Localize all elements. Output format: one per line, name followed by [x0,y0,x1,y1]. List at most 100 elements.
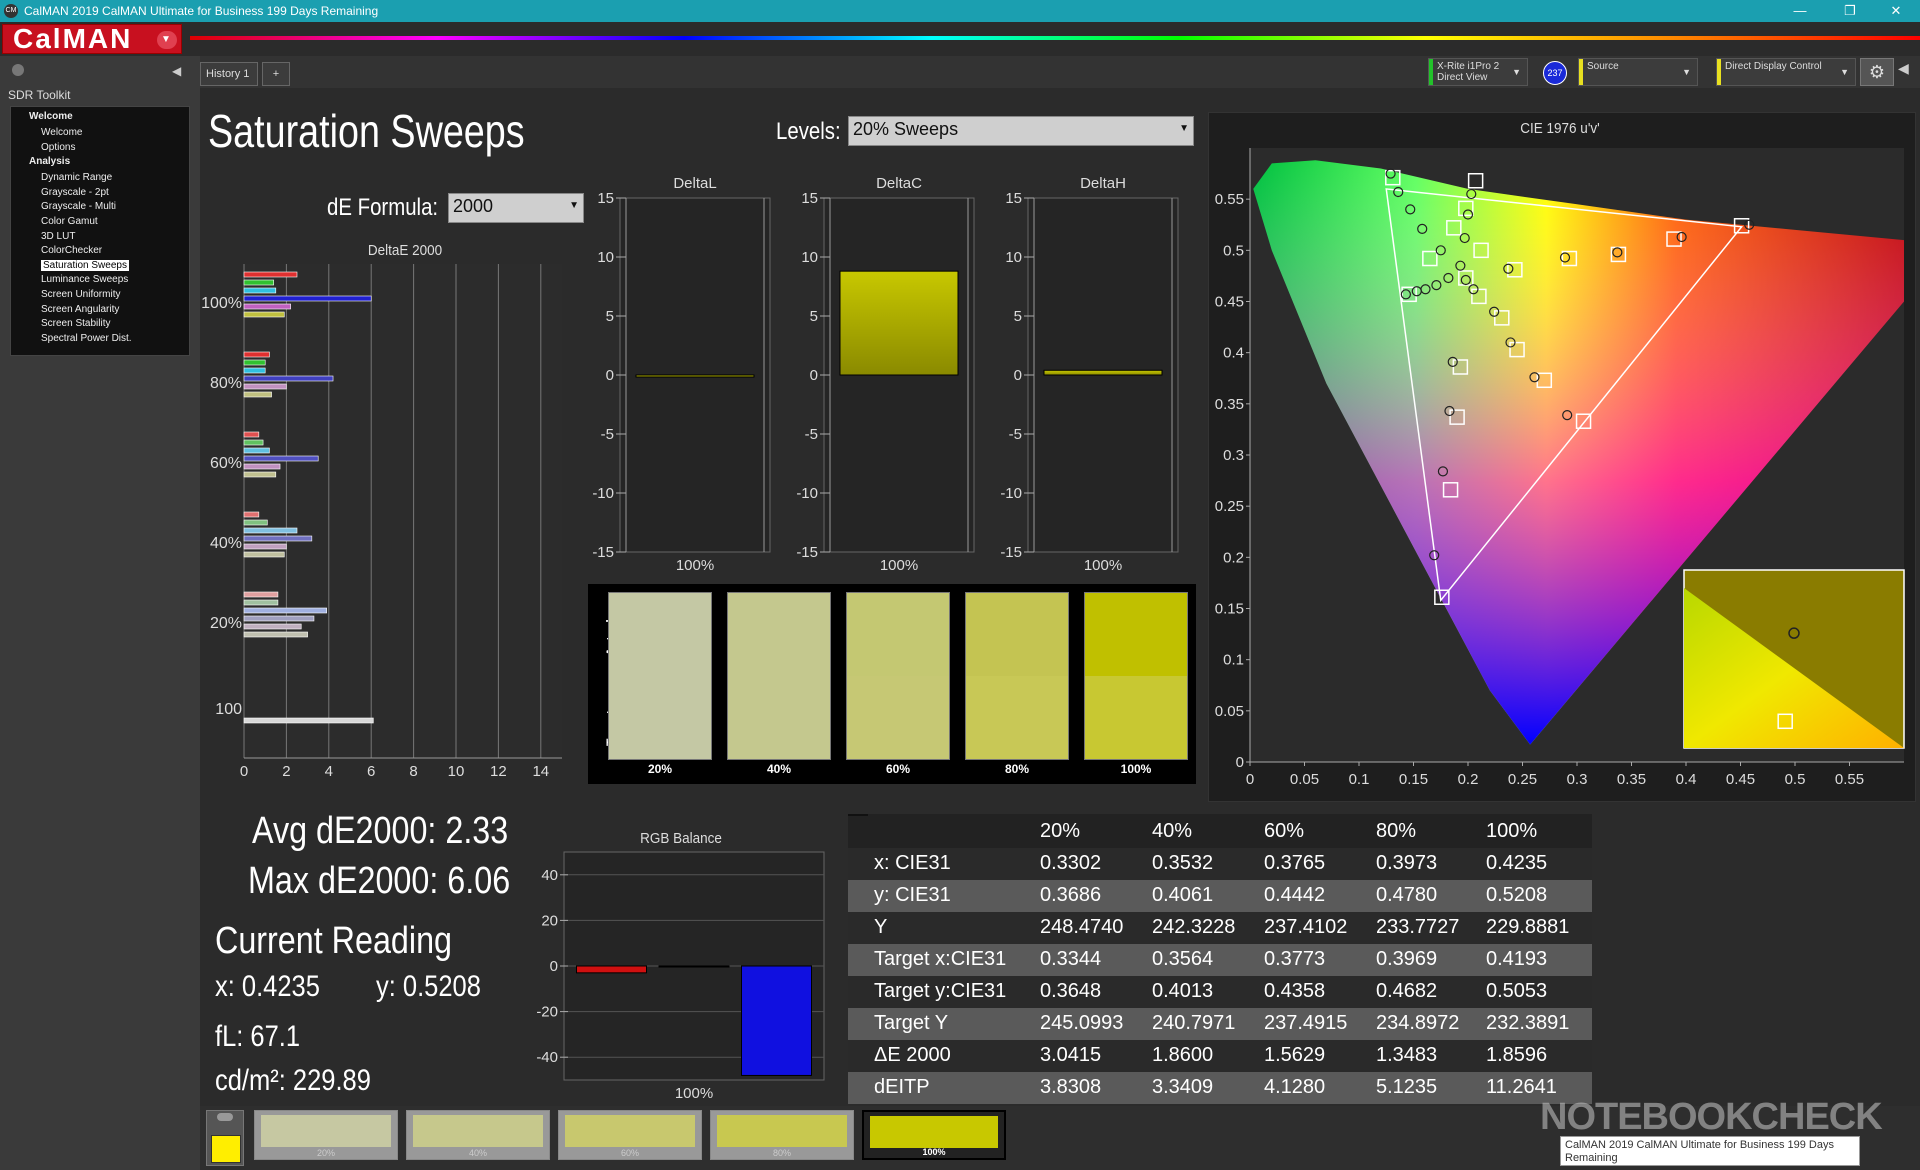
deltae-x-tick: 8 [409,763,417,780]
swatch-target [966,676,1068,759]
close-button[interactable]: ✕ [1876,2,1916,20]
column-header: 100% [1486,820,1538,842]
sidebar-item-welcome[interactable]: Welcome [29,111,73,122]
table-cell: 0.3564 [1152,948,1214,970]
gear-icon[interactable]: ⚙ [1860,58,1894,86]
formula-dropdown[interactable]: 2000 ▼ [448,193,584,223]
sidebar-item-analysis[interactable]: Analysis [29,156,70,167]
sidebar-item-screen-stability[interactable]: Screen Stability [41,318,110,329]
sidebar-item-screen-angularity[interactable]: Screen Angularity [41,304,119,315]
deltae-bar [243,631,308,638]
sidebar-item-grayscale-multi[interactable]: Grayscale - Multi [41,201,116,212]
pin-icon[interactable] [12,64,24,76]
deltae-x-tick: 0 [240,763,248,780]
sidebar-item-color-gamut[interactable]: Color Gamut [41,216,98,227]
window-title: CalMAN 2019 CalMAN Ultimate for Business… [24,4,379,18]
swatch-label: 40% [766,762,792,776]
table-cell: 3.0415 [1040,1044,1102,1066]
sidebar-item-colorchecker[interactable]: ColorChecker [41,245,102,256]
chevron-down-icon[interactable]: ▼ [157,31,177,49]
calman-logo-button[interactable]: CalMAN ▼ [2,24,182,54]
table-row: y: CIE31 0.3686 0.4061 0.4442 0.4780 0.5208 [848,880,1592,912]
minimize-button[interactable]: — [1780,2,1820,20]
rgb-y-tick: 20 [541,912,558,929]
deltae-bar [243,535,313,542]
tab-history-1[interactable]: History 1 [200,62,258,86]
chevron-down-icon: ▼ [1682,67,1691,77]
column-header: 80% [1376,820,1417,842]
scroll-right-icon[interactable]: ◀ [1898,60,1909,77]
table-cell: 4.1280 [1264,1076,1326,1098]
table-cell: 237.4915 [1264,1012,1348,1034]
footer-swatch-label: 40% [468,1148,487,1158]
delta-y-tick: -15 [796,544,818,561]
deltae-bar [243,551,285,558]
deltae-y-label: 20% [210,615,242,632]
swatch-target [847,676,949,759]
collapse-icon[interactable]: ◀ [172,64,181,78]
sidebar-item-options[interactable]: Options [41,142,75,153]
footer-swatch-20pct[interactable]: 20% [254,1110,398,1160]
add-tab-button[interactable]: + [262,62,290,86]
deltae-bar [243,311,285,318]
swatch-target [609,676,711,759]
deltae-bar [243,391,272,398]
levels-dropdown[interactable]: 20% Sweeps ▼ [848,116,1194,146]
logo-text: CalMAN [13,23,133,54]
footer-swatch-40pct[interactable]: 40% [406,1110,550,1160]
column-header: 40% [1152,820,1193,842]
cie-x-tick: 0.05 [1290,771,1319,788]
table-cell: 0.4682 [1376,980,1438,1002]
deltae-y-label: 100% [201,295,242,312]
table-cell: 0.3686 [1040,884,1102,906]
table-cell: 234.8972 [1376,1012,1460,1034]
sidebar-item-screen-uniformity[interactable]: Screen Uniformity [41,289,120,300]
swatch-target [728,676,830,759]
delta-bar [1043,369,1163,376]
sidebar-item-luminance-sweeps[interactable]: Luminance Sweeps [41,274,128,285]
current-swatch-holder[interactable] [206,1110,244,1166]
sidebar-item-3d-lut[interactable]: 3D LUT [41,231,75,242]
restore-button[interactable]: ❐ [1830,2,1870,20]
cie-x-tick: 0 [1246,771,1254,788]
delta-y-tick: 10 [801,249,818,266]
delta-y-tick: 0 [606,367,614,384]
footer-swatch-label: 60% [620,1148,639,1158]
meter-badge[interactable]: 237 [1543,61,1567,85]
table-cell: 0.3648 [1040,980,1102,1002]
chevron-down-icon: ▼ [569,200,579,211]
delta-chart-label: 100% [1084,557,1122,574]
sidebar-title: SDR Toolkit [8,88,71,102]
swatch-20pct [608,592,712,760]
meter-selector[interactable]: X-Rite i1Pro 2 Direct View ▼ [1428,58,1528,86]
page-title: Saturation Sweeps [208,105,525,157]
deltae-x-tick: 6 [367,763,375,780]
cie-x-tick: 0.1 [1349,771,1370,788]
rgb-bar-blue [741,965,812,1076]
rgb-y-tick: -20 [536,1004,558,1021]
cie-y-tick: 0.3 [1223,447,1244,464]
deltae-x-tick: 12 [490,763,507,780]
row-label: x: CIE31 [874,852,951,874]
delta-charts: DeltaL 15 10 5 0 -5 -10 -15 100% DeltaC 15 10 5 0 -5 -1… [592,175,1179,574]
footer-swatch-100pct[interactable]: 100% [862,1110,1006,1160]
table-cell: 0.5053 [1486,980,1548,1002]
deltae-bar [243,511,260,518]
current-fl: fL: 67.1 [215,1020,301,1053]
sidebar-item-welcome[interactable]: Welcome [41,127,83,138]
footer-swatch-80pct[interactable]: 80% [710,1110,854,1160]
sidebar-item-dynamic-range[interactable]: Dynamic Range [41,172,112,183]
sidebar-item-spectral-power-dist-[interactable]: Spectral Power Dist. [41,333,132,344]
display-selector[interactable]: Direct Display Control ▼ [1716,58,1856,86]
chevron-down-icon: ▼ [1179,123,1189,134]
cie-x-tick: 0.3 [1567,771,1588,788]
current-reading-title: Current Reading [215,920,453,962]
footer-swatch-color [870,1116,998,1148]
cie-y-tick: 0 [1236,754,1244,771]
sidebar-item-grayscale-2pt[interactable]: Grayscale - 2pt [41,187,109,198]
sidebar-item-saturation-sweeps[interactable]: Saturation Sweeps [41,259,129,271]
footer-swatch-60pct[interactable]: 60% [558,1110,702,1160]
delta-y-tick: 0 [810,367,818,384]
source-selector[interactable]: Source ▼ [1578,58,1698,86]
window-titlebar: CM CalMAN 2019 CalMAN Ultimate for Busin… [0,0,1920,22]
